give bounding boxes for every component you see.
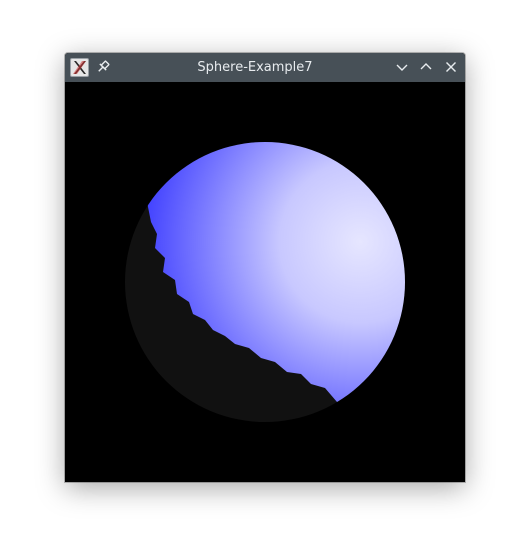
x11-app-icon[interactable]: [70, 58, 89, 77]
app-window: Sphere-Example7: [65, 53, 465, 482]
chevron-up-icon[interactable]: [417, 58, 435, 76]
render-canvas[interactable]: [65, 82, 465, 482]
close-icon[interactable]: [442, 58, 460, 76]
pin-icon[interactable]: [94, 58, 112, 76]
sphere-render: [125, 142, 405, 422]
chevron-down-icon[interactable]: [393, 58, 411, 76]
titlebar[interactable]: Sphere-Example7: [65, 53, 465, 82]
window-title: Sphere-Example7: [197, 60, 313, 75]
